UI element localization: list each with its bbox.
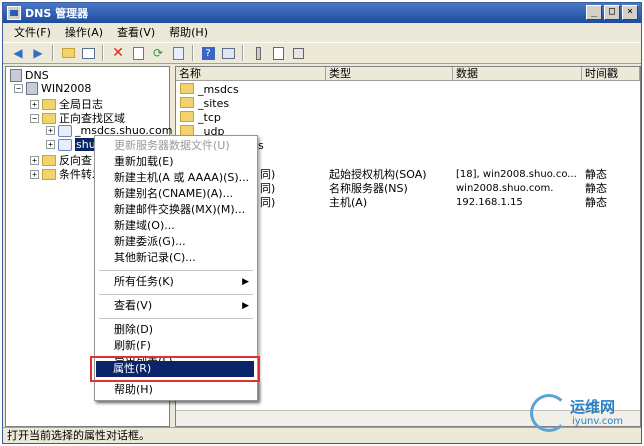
- minimize-button[interactable]: _: [586, 5, 602, 20]
- collapse-icon[interactable]: −: [30, 113, 39, 123]
- logs-folder-icon: [42, 98, 56, 110]
- close-button[interactable]: ×: [622, 5, 638, 20]
- menu-item-new-mail-exchanger[interactable]: 新建邮件交换器(MX)(M)...: [97, 202, 255, 218]
- column-header-type[interactable]: 类型: [326, 67, 453, 81]
- maximize-button[interactable]: □: [604, 5, 620, 20]
- logo-ring-icon: [530, 394, 568, 432]
- folder-icon: [42, 168, 56, 180]
- expand-icon[interactable]: +: [30, 99, 39, 109]
- tree-item-server[interactable]: − WIN2008: [14, 82, 91, 95]
- folder-icon: [42, 154, 56, 166]
- folder-icon: [180, 111, 194, 122]
- properties-icon[interactable]: [129, 44, 147, 62]
- menu-item-new-delegation[interactable]: 新建委派(G)...: [97, 234, 255, 250]
- help-icon[interactable]: ?: [199, 44, 217, 62]
- menu-bar: 文件(F) 操作(A) 查看(V) 帮助(H): [3, 23, 641, 42]
- menu-item-reload[interactable]: 重新加载(E): [97, 154, 255, 170]
- menu-item-update-data-file: 更新服务器数据文件(U): [114, 139, 230, 152]
- menu-item-new-host[interactable]: 新建主机(A 或 AAAA)(S)...: [97, 170, 255, 186]
- menu-help[interactable]: 帮助(H): [162, 24, 215, 42]
- highlight-box: [90, 356, 260, 382]
- expand-icon[interactable]: +: [46, 140, 55, 149]
- folder-icon: [42, 112, 56, 124]
- list-item[interactable]: _msdcs: [176, 83, 640, 97]
- folder-icon: [180, 97, 194, 108]
- toolbar: ◀ ▶ ✕ ⟳ ?: [3, 42, 641, 64]
- detail-view-icon[interactable]: [269, 44, 287, 62]
- expand-icon[interactable]: +: [30, 169, 39, 179]
- up-folder-icon[interactable]: [59, 44, 77, 62]
- list-header: 名称 类型 数据 时间戳: [176, 67, 640, 81]
- menu-item-view[interactable]: 查看(V) ▶: [97, 298, 255, 314]
- delete-icon[interactable]: ✕: [109, 44, 127, 62]
- menu-item-delete[interactable]: 删除(D): [97, 322, 255, 338]
- list-item[interactable]: _tcp: [176, 111, 640, 125]
- watermark-logo: 运维网 iyunv.com: [528, 392, 638, 436]
- tree-item-dns[interactable]: DNS: [10, 69, 49, 82]
- column-header-data[interactable]: 数据: [453, 67, 582, 81]
- menu-action[interactable]: 操作(A): [58, 24, 110, 42]
- submenu-arrow-icon: ▶: [242, 301, 249, 311]
- menu-file[interactable]: 文件(F): [7, 24, 58, 42]
- console-icon[interactable]: [219, 44, 237, 62]
- column-header-timestamp[interactable]: 时间戳: [582, 67, 640, 81]
- refresh-icon[interactable]: ⟳: [149, 44, 167, 62]
- zone-icon: [58, 124, 72, 137]
- menu-separator: [99, 318, 253, 319]
- dns-app-icon: [7, 6, 21, 20]
- menu-separator: [99, 294, 253, 295]
- forward-icon[interactable]: ▶: [29, 44, 47, 62]
- back-icon[interactable]: ◀: [9, 44, 27, 62]
- title-bar: DNS 管理器 _ □ ×: [3, 3, 641, 23]
- window-title: DNS 管理器: [25, 7, 89, 20]
- tree-item-conditional-forwarders[interactable]: + 条件转发: [30, 166, 103, 182]
- list-view-icon[interactable]: [249, 44, 267, 62]
- column-header-name[interactable]: 名称: [176, 67, 326, 81]
- list-item[interactable]: _sites: [176, 97, 640, 111]
- dns-root-icon: [10, 69, 22, 82]
- menu-separator: [99, 270, 253, 271]
- expand-icon[interactable]: +: [46, 126, 55, 135]
- menu-item-other-records[interactable]: 其他新记录(C)...: [97, 250, 255, 266]
- menu-item-new-alias[interactable]: 新建别名(CNAME)(A)...: [97, 186, 255, 202]
- menu-view[interactable]: 查看(V): [110, 24, 162, 42]
- large-icon-view-icon[interactable]: [289, 44, 307, 62]
- submenu-arrow-icon: ▶: [242, 277, 249, 287]
- zone-icon: [58, 138, 72, 151]
- menu-item-help[interactable]: 帮助(H): [97, 382, 255, 398]
- menu-item-all-tasks[interactable]: 所有任务(K) ▶: [97, 274, 255, 290]
- menu-item-refresh[interactable]: 刷新(F): [97, 338, 255, 354]
- server-icon: [26, 82, 38, 95]
- expand-icon[interactable]: +: [30, 155, 39, 165]
- collapse-icon[interactable]: −: [14, 84, 23, 93]
- folder-icon: [180, 83, 194, 94]
- export-list-icon[interactable]: [169, 44, 187, 62]
- show-hide-tree-icon[interactable]: [79, 44, 97, 62]
- menu-item-new-domain[interactable]: 新建域(O)...: [97, 218, 255, 234]
